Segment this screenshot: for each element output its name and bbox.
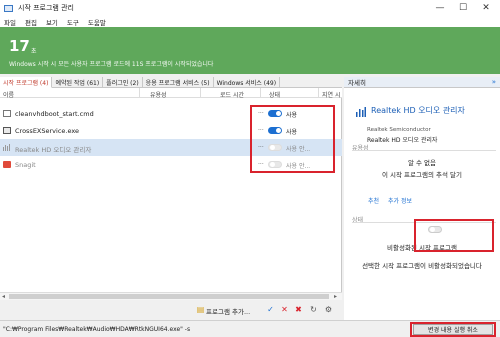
details-title: 자세히 [348,79,366,87]
boot-time-count: 17 [9,37,30,55]
window-title: 시작 프로그램 관리 [18,4,74,12]
highlight-box-details-status [414,219,494,252]
details-header: 자세히 » [344,77,500,88]
tab-windows-services[interactable]: Windows 서비스 (49) [214,77,281,88]
column-header: 이름 유용성 로드 시간 상태 지연 시 [0,88,342,99]
command-path: "C:₩Program Files₩Realtek₩Audio₩HDA₩RtkN… [3,326,191,333]
menu-bar: 파일 편집 보기 도구 도움말 [0,16,500,27]
column-divider[interactable] [139,88,140,98]
row-name: Realtek HD 오디오 관리자 [15,146,92,154]
script-file-icon [3,110,11,117]
boot-time-description: Windows 시작 시 모든 사용자 프로그램 로드에 11S 프로그램이 시… [9,61,214,68]
tab-scheduled-tasks[interactable]: 예약된 작업 (61) [52,77,104,88]
row-name: Snagit [15,161,36,169]
row-name: cleanvhdboot_start.cmd [15,110,94,118]
tab-app-services[interactable]: 응용 프로그램 서비스 (5) [143,77,214,88]
properties-icon[interactable]: ⚙ [324,305,333,314]
details-product: Realtek HD 오디오 관리자 [367,137,438,144]
exe-file-icon [3,127,11,134]
refresh-icon[interactable]: ↻ [309,305,318,314]
boot-time-unit: 초 [31,48,37,55]
highlight-box-status [250,105,335,173]
section-divider [352,150,496,151]
menu-help[interactable]: 도움말 [88,17,106,27]
recommend-link[interactable]: 추천 [368,196,379,205]
details-pane: 자세히 » Realtek HD 오디오 관리자 Realtek Semicon… [344,77,500,320]
boot-time-banner: 17 초 Windows 시작 시 모든 사용자 프로그램 로드에 11S 프로… [0,27,500,74]
snagit-icon [3,161,11,168]
column-divider[interactable] [260,88,261,98]
close-button[interactable]: ✕ [476,0,496,16]
column-divider[interactable] [318,88,319,98]
add-program-button[interactable]: 프로그램 추가... [206,306,250,316]
horizontal-scrollbar[interactable]: ◂ ▸ [0,292,342,300]
delete-icon[interactable]: ✖ [294,305,303,314]
audio-manager-icon [356,107,366,117]
menu-edit[interactable]: 편집 [25,17,37,27]
add-program-icon: ▤ [196,305,205,314]
disable-icon[interactable]: ✕ [280,305,289,314]
status-description: 선택한 시작 프로그램이 비활성화되었습니다 [362,262,482,270]
usefulness-comment[interactable]: 이 시작 프로그램의 추석 달기 [344,169,500,179]
status-bar: "C:₩Program Files₩Realtek₩Audio₩HDA₩RtkN… [0,320,500,337]
col-name[interactable]: 이름 [3,90,14,99]
menu-view[interactable]: 보기 [46,17,58,27]
tab-plugins[interactable]: 플러그인 (2) [103,77,143,88]
menu-file[interactable]: 파일 [4,17,16,27]
highlight-box-undo [410,322,496,337]
menu-tools[interactable]: 도구 [67,17,79,27]
col-usefulness[interactable]: 유용성 [150,90,167,99]
category-tabs: 시작 프로그램 (4) 예약된 작업 (61) 플러그인 (2) 응용 프로그램… [0,77,342,88]
scroll-right-icon[interactable]: ▸ [334,293,337,300]
details-app-name: Realtek HD 오디오 관리자 [371,106,465,115]
col-load-time[interactable]: 로드 시간 [220,90,244,99]
bottom-toolbar: ▤ 프로그램 추가... ✓ ✕ ✖ ↻ ⚙ [0,300,342,320]
scrollbar-thumb[interactable] [9,294,329,299]
audio-manager-icon [3,144,11,151]
maximize-button[interactable]: ☐ [453,0,473,16]
details-vendor: Realtek Semiconductor [367,127,431,133]
app-icon [4,4,13,12]
collapse-chevron-icon[interactable]: » [492,78,496,86]
col-delay[interactable]: 지연 시 [322,90,340,99]
title-bar: 시작 프로그램 관리 — ☐ ✕ [0,0,500,16]
scroll-left-icon[interactable]: ◂ [2,293,5,300]
minimize-button[interactable]: — [430,0,450,16]
column-divider[interactable] [200,88,201,98]
enable-check-icon[interactable]: ✓ [266,305,275,314]
more-info-link[interactable]: 추가 정보 [388,196,412,205]
startup-list-pane: 시작 프로그램 (4) 예약된 작업 (61) 플러그인 (2) 응용 프로그램… [0,77,342,320]
col-status[interactable]: 상태 [269,90,280,99]
row-name: CrossEXService.exe [15,127,79,135]
tab-startup-programs[interactable]: 시작 프로그램 (4) [0,77,53,88]
usefulness-value: 알 수 없음 [407,159,437,167]
